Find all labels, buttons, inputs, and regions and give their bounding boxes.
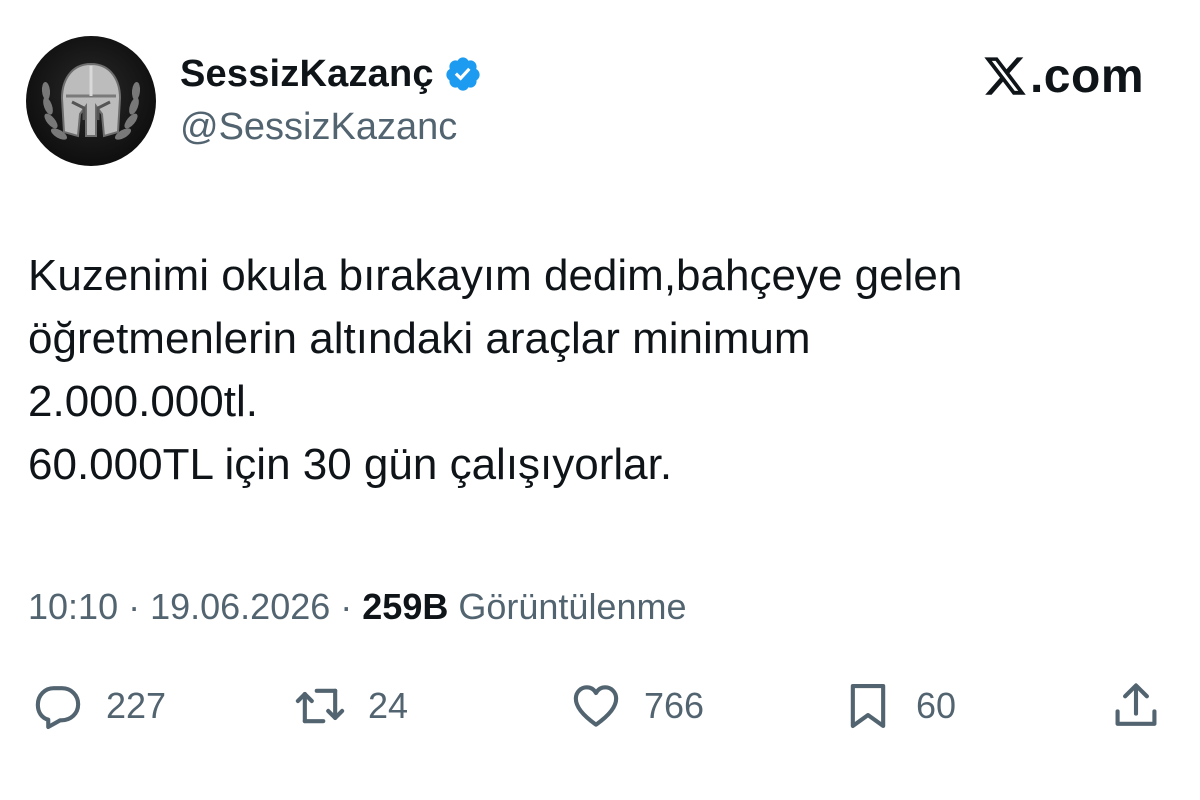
- x-brand-logo: .com: [982, 48, 1144, 104]
- author-handle[interactable]: @SessizKazanc: [180, 106, 457, 149]
- meta-separator: ·: [330, 586, 363, 627]
- author-name-row[interactable]: SessizKazanç: [180, 50, 482, 98]
- brand-domain-text: .com: [1029, 49, 1144, 103]
- verified-badge-icon: [446, 57, 480, 91]
- share-icon: [1115, 683, 1157, 726]
- tweet-time[interactable]: 10:10: [28, 586, 118, 627]
- tweet-card: SessizKazanç @SessizKazanc .com Kuzenimi…: [0, 0, 1200, 800]
- repost-icon: [295, 688, 345, 724]
- bookmark-button[interactable]: 60: [842, 676, 956, 736]
- tweet-text-line: 60.000TL için 30 gün çalışıyorlar.: [28, 440, 673, 489]
- repost-count: 24: [368, 685, 409, 726]
- x-logo-icon: [984, 57, 1026, 95]
- spartan-helmet-avatar-icon: [41, 62, 141, 140]
- tweet-metadata: 10:10 · 19.06.2026 · 259B Görüntülenme: [28, 586, 687, 628]
- meta-separator: ·: [118, 586, 151, 627]
- bookmark-count: 60: [916, 685, 957, 726]
- views-label: Görüntülenme: [458, 586, 687, 627]
- tweet-text: Kuzenimi okula bırakayım dedim,bahçeye g…: [28, 244, 1168, 496]
- like-button[interactable]: 766: [570, 676, 704, 736]
- reply-icon: [35, 686, 81, 730]
- tweet-text-line: 2.000.000tl.: [28, 377, 258, 426]
- avatar[interactable]: [26, 36, 156, 166]
- reply-count: 227: [106, 685, 167, 726]
- tweet-date[interactable]: 19.06.2026: [150, 586, 330, 627]
- tweet-text-line: öğretmenlerin altındaki araçlar minimum: [28, 314, 811, 363]
- like-count: 766: [644, 685, 705, 726]
- action-bar: 227 24 766 60: [0, 676, 1200, 736]
- tweet-text-line: Kuzenimi okula bırakayım dedim,bahçeye g…: [28, 251, 963, 300]
- views-count[interactable]: 259B: [362, 586, 448, 627]
- author-display-name[interactable]: SessizKazanç: [180, 53, 434, 96]
- share-button[interactable]: [1110, 676, 1162, 736]
- reply-button[interactable]: 227: [32, 676, 166, 736]
- heart-icon: [573, 685, 619, 727]
- repost-button[interactable]: 24: [294, 676, 408, 736]
- bookmark-icon: [850, 684, 886, 728]
